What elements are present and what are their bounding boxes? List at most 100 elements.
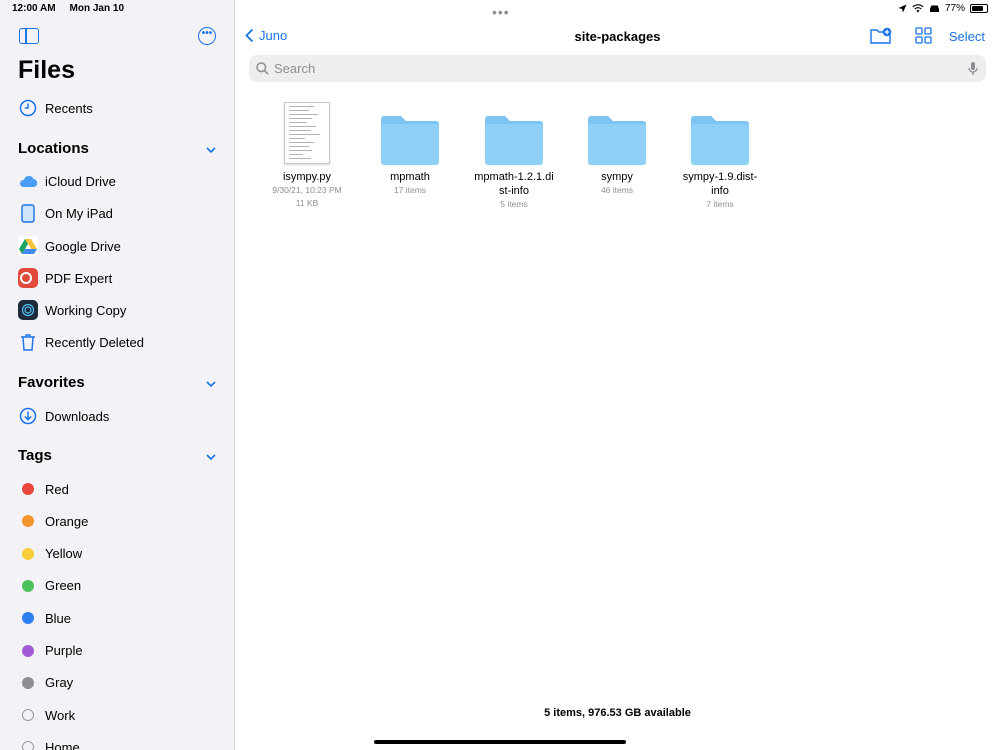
tag-dot-icon: [18, 608, 38, 628]
sidebar-tag-home[interactable]: Home: [0, 732, 234, 750]
sidebar-tag-orange[interactable]: Orange: [0, 506, 234, 536]
sidebar-item-downloads[interactable]: Downloads: [0, 401, 234, 431]
folder-icon: [691, 116, 749, 165]
sidebar-tag-purple[interactable]: Purple: [0, 636, 234, 666]
folder-icon: [588, 116, 646, 165]
grid-view-icon[interactable]: [915, 27, 932, 44]
home-indicator[interactable]: [374, 740, 626, 744]
folder-icon: [485, 116, 543, 165]
file-item[interactable]: isympy.py 9/30/21, 10:23 PM 11 KB: [257, 100, 357, 210]
search-bar[interactable]: [249, 55, 986, 82]
pdf-expert-icon: [18, 268, 38, 288]
status-bar-right: 77%: [898, 3, 988, 14]
tag-dot-icon: [18, 737, 38, 750]
sidebar-item-label: Working Copy: [45, 302, 127, 318]
tag-dot-icon: [18, 705, 38, 725]
ipad-icon: [18, 203, 38, 223]
tag-dot-icon: [18, 576, 38, 596]
item-name: mpmath-1.2.1.di: [474, 171, 554, 183]
sidebar-item-label: iCloud Drive: [45, 173, 116, 189]
sidebar-tag-blue[interactable]: Blue: [0, 603, 234, 633]
tag-dot-icon: [18, 641, 38, 661]
multitasking-dots-icon[interactable]: •••: [492, 4, 510, 20]
sidebar-item-working-copy[interactable]: Working Copy: [0, 295, 234, 325]
folder-item[interactable]: mpmath-1.2.1.di st-info 5 items: [464, 100, 564, 211]
item-name: sympy-1.9.dist-: [682, 171, 758, 183]
sidebar-item-label: PDF Expert: [45, 270, 113, 286]
more-options-icon[interactable]: •••: [198, 27, 216, 45]
item-name-continued: info: [711, 185, 729, 197]
item-meta: 9/30/21, 10:23 PM: [272, 185, 342, 195]
wifi-icon: [912, 4, 924, 13]
download-icon: [18, 406, 38, 426]
chevron-down-icon[interactable]: [206, 379, 216, 389]
microphone-icon[interactable]: [968, 61, 978, 76]
sidebar-item-pdf-expert[interactable]: PDF Expert: [0, 263, 234, 293]
sidebar-toggle-icon[interactable]: [19, 28, 39, 44]
sidebar-tag-green[interactable]: Green: [0, 571, 234, 601]
sidebar-item-label: Orange: [45, 513, 89, 529]
folder-icon: [381, 116, 439, 165]
tag-dot-icon: [18, 544, 38, 564]
sidebar-item-label: Yellow: [45, 546, 83, 562]
search-icon: [256, 62, 269, 75]
status-bar-left: 12:00 AM Mon Jan 10: [12, 3, 124, 14]
chevron-down-icon[interactable]: [206, 452, 216, 462]
item-name: isympy.py: [282, 171, 332, 183]
sidebar-item-label: Gray: [45, 675, 74, 691]
item-meta: 17 items: [393, 185, 427, 195]
main-content: ••• 77% Juno site-packages Select Search…: [235, 0, 1000, 750]
item-name-continued: st-info: [499, 185, 529, 197]
storage-status: 5 items, 976.53 GB available: [544, 707, 691, 719]
sidebar-item-label: Recents: [45, 100, 93, 116]
sidebar-item-label: Purple: [45, 643, 83, 658]
sidebar-item-recents[interactable]: Recents: [0, 93, 234, 123]
google-drive-icon: [18, 236, 38, 256]
folder-item[interactable]: sympy 46 items: [567, 100, 667, 197]
sidebar-item-icloud-drive[interactable]: iCloud Drive: [0, 166, 234, 196]
folder-item[interactable]: sympy-1.9.dist-info 7 items: [670, 100, 770, 211]
sidebar-item-label: Recently Deleted: [45, 334, 144, 350]
sidebar-tag-work[interactable]: Work: [0, 700, 234, 730]
select-button[interactable]: Select: [949, 29, 985, 44]
item-meta: 7 items: [706, 199, 734, 209]
battery-percent: 77%: [944, 3, 965, 14]
working-copy-icon: [18, 300, 38, 320]
trash-icon: [18, 332, 38, 352]
item-name: mpmath: [390, 171, 430, 183]
chevron-down-icon[interactable]: [206, 145, 216, 155]
sidebar-item-recently-deleted[interactable]: Recently Deleted: [0, 327, 234, 357]
search-input[interactable]: [272, 55, 952, 82]
status-date: Mon Jan 10: [69, 3, 125, 14]
document-thumbnail-icon: [284, 102, 330, 164]
sidebar-title: Files: [18, 56, 75, 84]
car-icon: [929, 5, 939, 12]
sidebar-item-label: Downloads: [45, 408, 110, 424]
sidebar-item-google-drive[interactable]: Google Drive: [0, 231, 234, 261]
new-folder-icon[interactable]: [870, 27, 892, 45]
item-size: 11 KB: [295, 198, 319, 208]
files-app: 12:00 AM Mon Jan 10 ••• Files Recents Lo…: [0, 0, 1000, 750]
sidebar-tag-yellow[interactable]: Yellow: [0, 539, 234, 569]
sidebar-item-on-my-ipad[interactable]: On My iPad: [0, 198, 234, 228]
folder-item[interactable]: mpmath 17 items: [360, 100, 460, 197]
sidebar-tag-gray[interactable]: Gray: [0, 668, 234, 698]
sidebar-item-label: Google Drive: [45, 238, 121, 254]
item-name: sympy: [601, 171, 633, 183]
item-meta: 46 items: [600, 185, 634, 195]
item-meta: 5 items: [500, 199, 528, 209]
status-time: 12:00 AM: [12, 3, 56, 14]
sidebar-item-label: On My iPad: [45, 205, 113, 221]
tag-dot-icon: [18, 511, 38, 531]
tag-dot-icon: [18, 479, 38, 499]
sidebar-item-label: Home: [45, 739, 80, 750]
sidebar-item-label: Blue: [45, 610, 72, 626]
clock-icon: [18, 98, 38, 118]
favorites-header[interactable]: Favorites: [18, 374, 85, 391]
tags-header[interactable]: Tags: [18, 447, 52, 464]
sidebar-item-label: Green: [45, 578, 82, 594]
sidebar: 12:00 AM Mon Jan 10 ••• Files Recents Lo…: [0, 0, 235, 750]
icloud-icon: [18, 171, 38, 191]
sidebar-tag-red[interactable]: Red: [0, 474, 234, 504]
locations-header[interactable]: Locations: [18, 140, 89, 157]
